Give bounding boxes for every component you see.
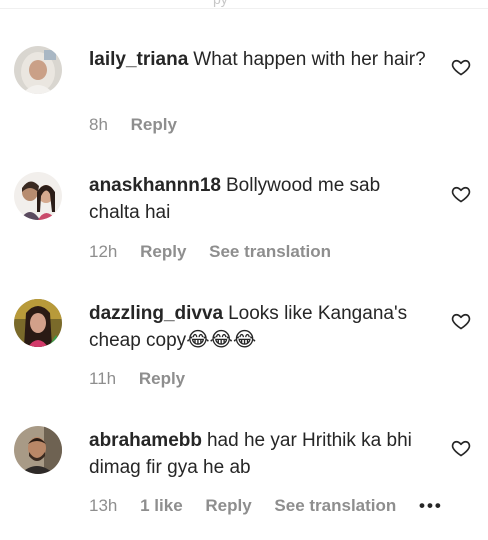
heart-outline-icon[interactable]	[451, 184, 471, 204]
comment-username[interactable]: dazzling_divva	[89, 303, 223, 324]
reply-button[interactable]: Reply	[140, 242, 186, 261]
previous-comment-edge: py	[0, 0, 488, 9]
comment-text: What happen with her hair?	[193, 49, 426, 70]
avatar[interactable]	[14, 46, 62, 94]
comment-time: 11h	[89, 369, 117, 388]
comment-username[interactable]: abrahamebb	[89, 430, 202, 451]
likes-count-button[interactable]: 1 like	[140, 496, 183, 515]
avatar[interactable]	[14, 172, 62, 220]
clipped-text: py	[213, 0, 228, 7]
avatar[interactable]	[14, 299, 62, 347]
heart-outline-icon[interactable]	[451, 311, 471, 331]
comment-body: dazzling_divva Looks like Kangana's cheap…	[89, 300, 429, 354]
heart-outline-icon[interactable]	[451, 57, 471, 77]
comment-username[interactable]: laily_triana	[89, 49, 188, 70]
avatar[interactable]	[14, 426, 62, 474]
comment-time: 12h	[89, 242, 118, 261]
comment-meta: 8h Reply	[89, 115, 195, 135]
more-options-icon[interactable]: •••	[419, 496, 443, 515]
comment-body: laily_triana What happen with her hair?	[89, 46, 429, 73]
crying-laughing-emoji: 😂😂😂	[186, 329, 257, 351]
comment-meta: 13h 1 like Reply See translation •••	[89, 496, 461, 516]
reply-button[interactable]: Reply	[139, 369, 185, 388]
comment-meta: 12h Reply See translation	[89, 242, 349, 262]
see-translation-button[interactable]: See translation	[274, 496, 396, 515]
comment-time: 8h	[89, 115, 108, 134]
comment-time: 13h	[89, 496, 118, 515]
heart-outline-icon[interactable]	[451, 438, 471, 458]
comment-meta: 11h Reply	[89, 369, 203, 389]
see-translation-button[interactable]: See translation	[209, 242, 331, 261]
reply-button[interactable]: Reply	[205, 496, 251, 515]
comment-username[interactable]: anaskhannn18	[89, 175, 221, 196]
comment-body: anaskhannn18 Bollywood me sab chalta hai	[89, 172, 429, 226]
reply-button[interactable]: Reply	[131, 115, 177, 134]
comment-body: abrahamebb had he yar Hrithik ka bhi dima…	[89, 427, 429, 481]
